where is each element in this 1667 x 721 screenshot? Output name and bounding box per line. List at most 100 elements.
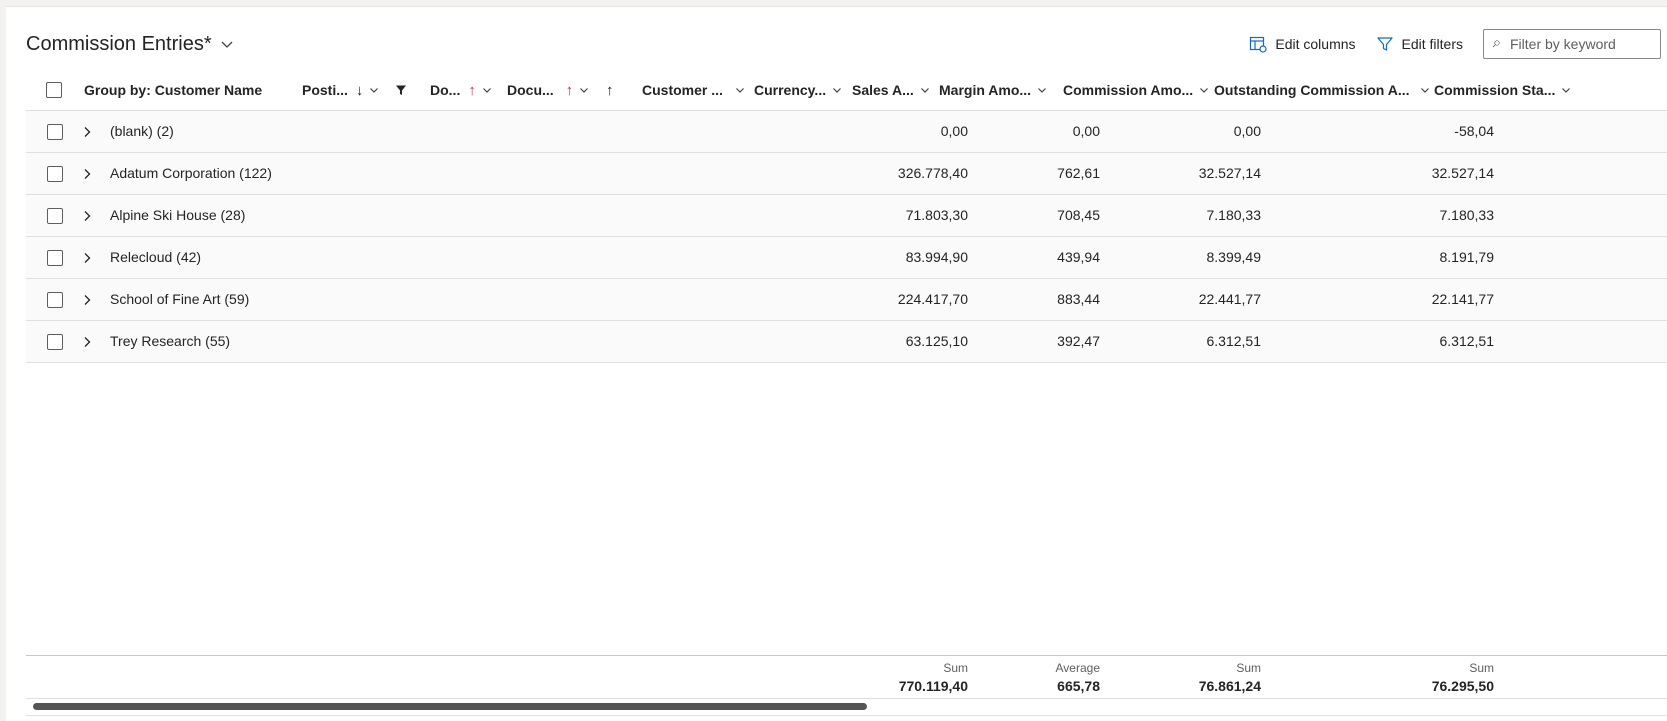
grid-header: Group by: Customer Name Posti... ↓ Do...… <box>26 69 1667 111</box>
group-row[interactable]: (blank) (2) 0,00 0,00 0,00 -58,04 <box>26 111 1667 153</box>
chevron-right-icon[interactable] <box>80 251 94 265</box>
group-name: School of Fine Art (59) <box>110 291 250 307</box>
group-name: Relecloud (42) <box>110 249 202 265</box>
chevron-down-icon <box>920 88 929 93</box>
toolbar: Edit columns Edit filters <box>1249 29 1661 59</box>
horizontal-scrollbar[interactable] <box>33 703 867 710</box>
group-row[interactable]: Trey Research (55) 63.125,10 392,47 6.31… <box>26 321 1667 363</box>
chevron-down-icon[interactable] <box>220 37 234 51</box>
column-header-label: Margin Amo... <box>939 82 1032 98</box>
edit-columns-button[interactable]: Edit columns <box>1249 29 1356 59</box>
sales-amount-cell: 71.803,30 <box>905 207 968 223</box>
chevron-right-icon[interactable] <box>80 209 94 223</box>
commission-amount-cell: 6.312,51 <box>1206 333 1262 349</box>
edit-columns-label: Edit columns <box>1275 36 1356 52</box>
group-row[interactable]: Adatum Corporation (122) 326.778,40 762,… <box>26 153 1667 195</box>
chevron-down-icon <box>370 88 379 93</box>
sort-ascending-icon: ↑ <box>468 81 476 99</box>
grid-body: (blank) (2) 0,00 0,00 0,00 -58,04 Adatum… <box>26 111 1667 363</box>
group-name: Adatum Corporation (122) <box>110 165 272 181</box>
page-title-text: Commission Entries* <box>26 32 212 55</box>
commission-amount-cell: 0,00 <box>1233 123 1261 139</box>
sort-ascending-icon: ↑ <box>565 81 574 99</box>
edit-columns-icon <box>1250 36 1267 53</box>
outstanding-commission-cell: 7.180,33 <box>1439 207 1495 223</box>
column-header-group-by[interactable]: Group by: Customer Name <box>84 69 262 111</box>
column-header-posting-date[interactable]: Posti... ↓ <box>302 69 379 111</box>
group-row[interactable]: School of Fine Art (59) 224.417,70 883,4… <box>26 279 1667 321</box>
aggregates-footer: Sum 770.119,40 Average 665,78 Sum 76.861… <box>26 655 1667 699</box>
keyword-filter[interactable] <box>1483 29 1661 59</box>
column-header-label: Outstanding Commission A... <box>1214 82 1410 98</box>
filter-icon <box>1376 37 1393 51</box>
sales-amount-cell: 224.417,70 <box>897 291 968 307</box>
keyword-filter-input[interactable] <box>1508 35 1652 53</box>
edit-filters-label: Edit filters <box>1401 36 1463 52</box>
aggregate-value: 665,78 <box>1057 678 1100 694</box>
chevron-down-icon <box>833 88 842 93</box>
column-header-label: Sales A... <box>852 82 914 98</box>
outstanding-total: Sum 76.295,50 <box>1432 660 1494 696</box>
column-header-margin-amount[interactable]: Margin Amo... <box>939 69 1047 111</box>
column-header-commission-amount[interactable]: Commission Amo... <box>1063 69 1209 111</box>
outstanding-commission-cell: -58,04 <box>1454 123 1494 139</box>
sales-amount-cell: 326.778,40 <box>897 165 968 181</box>
commission-amount-cell: 8.399,49 <box>1206 249 1262 265</box>
group-name: (blank) (2) <box>110 123 174 139</box>
row-checkbox[interactable] <box>47 334 63 350</box>
chevron-right-icon[interactable] <box>80 125 94 139</box>
group-row[interactable]: Alpine Ski House (28) 71.803,30 708,45 7… <box>26 195 1667 237</box>
group-row[interactable]: Relecloud (42) 83.994,90 439,94 8.399,49… <box>26 237 1667 279</box>
column-header-label: Docu... <box>507 82 554 98</box>
column-header-customer[interactable]: Customer ... <box>642 69 745 111</box>
margin-amount-cell: 708,45 <box>1057 207 1100 223</box>
chevron-right-icon[interactable] <box>80 293 94 307</box>
row-checkbox[interactable] <box>47 166 63 182</box>
margin-amount-cell: 392,47 <box>1057 333 1100 349</box>
margin-average: Average 665,78 <box>1056 660 1100 696</box>
column-header-label: Do... <box>430 82 461 98</box>
sales-amount-cell: 83.994,90 <box>905 249 968 265</box>
margin-amount-cell: 762,61 <box>1057 165 1100 181</box>
column-header-outstanding-commission[interactable]: Outstanding Commission A... <box>1214 69 1430 111</box>
column-header-label: Customer ... <box>642 82 723 98</box>
column-header-sort-arrow[interactable]: ↑ <box>606 69 614 111</box>
group-name: Alpine Ski House (28) <box>110 207 246 223</box>
page-title[interactable]: Commission Entries* <box>26 31 234 57</box>
group-name: Trey Research (55) <box>110 333 231 349</box>
divider <box>26 715 1667 716</box>
column-header-sales-amount[interactable]: Sales A... <box>852 69 930 111</box>
margin-amount-cell: 439,94 <box>1057 249 1100 265</box>
chevron-right-icon[interactable] <box>80 167 94 181</box>
sales-amount-cell: 63.125,10 <box>905 333 968 349</box>
chevron-right-icon[interactable] <box>80 335 94 349</box>
aggregate-label: Sum <box>1469 661 1494 675</box>
select-all-checkbox[interactable] <box>46 82 62 98</box>
column-header-commission-status[interactable]: Commission Sta... <box>1434 69 1571 111</box>
column-header-label: Commission Sta... <box>1434 82 1556 98</box>
column-header-document-no[interactable]: Docu... ↑ <box>507 69 589 111</box>
select-all-checkbox-cell <box>46 69 62 111</box>
chevron-down-icon <box>482 88 491 93</box>
aggregate-value: 76.861,24 <box>1198 678 1261 694</box>
column-header-document-type[interactable]: Do... ↑ <box>430 69 492 111</box>
column-filter-active-icon[interactable] <box>395 69 407 111</box>
outstanding-commission-cell: 6.312,51 <box>1439 333 1495 349</box>
commission-amount-cell: 22.441,77 <box>1198 291 1261 307</box>
aggregate-label: Sum <box>1236 661 1261 675</box>
commission-amount-cell: 32.527,14 <box>1198 165 1261 181</box>
row-checkbox[interactable] <box>47 124 63 140</box>
sort-descending-icon: ↓ <box>355 81 364 99</box>
column-header-currency[interactable]: Currency... <box>754 69 842 111</box>
row-checkbox[interactable] <box>47 292 63 308</box>
outstanding-commission-cell: 22.141,77 <box>1431 291 1494 307</box>
chevron-down-icon <box>1562 88 1571 93</box>
aggregate-label: Sum <box>943 661 968 675</box>
commission-entries-panel: Commission Entries* Edit columns Edit fi… <box>6 6 1667 721</box>
row-checkbox[interactable] <box>47 250 63 266</box>
row-checkbox[interactable] <box>47 208 63 224</box>
column-header-label: Group by: Customer Name <box>84 82 263 98</box>
column-header-label: Currency... <box>754 82 827 98</box>
chevron-down-icon <box>735 88 744 93</box>
edit-filters-button[interactable]: Edit filters <box>1376 29 1463 59</box>
